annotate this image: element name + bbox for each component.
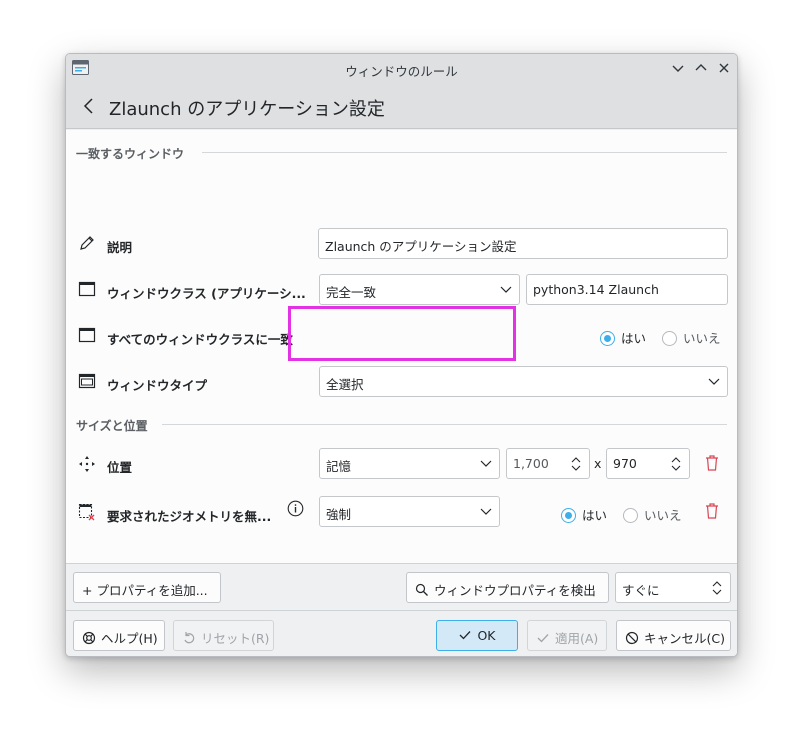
- ignore-geometry-radio-group: はい いいえ: [561, 505, 690, 524]
- description-input[interactable]: Zlaunch のアプリケーション設定: [318, 228, 728, 259]
- check-icon: [460, 631, 471, 640]
- info-icon[interactable]: [287, 500, 304, 517]
- ignore-geometry-mode-combo[interactable]: 強制: [319, 496, 500, 527]
- section-divider: [162, 424, 727, 425]
- no-label: いいえ: [644, 508, 682, 523]
- position-mode-value: 記憶: [326, 459, 352, 474]
- cancel-label: キャンセル(C): [644, 631, 725, 646]
- reset-button[interactable]: リセット(R): [173, 620, 274, 651]
- back-arrow-icon[interactable]: [80, 96, 100, 116]
- minimize-icon[interactable]: [669, 59, 687, 77]
- ignore-geometry-yes-radio[interactable]: [561, 508, 576, 523]
- detect-delay-value: すぐに: [622, 583, 660, 598]
- position-y-value: 970: [613, 456, 637, 471]
- ignore-geometry-no-radio[interactable]: [623, 508, 638, 523]
- spin-updown-icon: [571, 457, 581, 471]
- close-icon[interactable]: [715, 59, 733, 77]
- position-mode-combo[interactable]: 記憶: [319, 448, 500, 479]
- apply-label: 適用(A): [555, 631, 599, 646]
- match-whole-class-radio-group: はい いいえ: [600, 328, 729, 347]
- match-whole-class-label: すべてのウィンドウクラスに一致: [107, 332, 293, 347]
- section-divider: [202, 152, 727, 153]
- highlight-annotation-box: [288, 306, 516, 361]
- match-whole-class-no-radio[interactable]: [662, 331, 677, 346]
- window-rules-dialog: ウィンドウのルール Zlaunch のアプリケーション設定 一致するウィンドウ …: [65, 53, 738, 657]
- ignore-geometry-mode-value: 強制: [326, 507, 352, 522]
- section-title-size-position: サイズと位置: [76, 419, 148, 433]
- window-icon: [78, 327, 96, 343]
- help-button[interactable]: ヘルプ(H): [73, 620, 165, 651]
- detect-properties-label: ウィンドウプロパティを検出: [434, 583, 596, 598]
- reset-label: リセット(R): [201, 631, 270, 646]
- yes-label: はい: [621, 331, 647, 346]
- chevron-down-icon: [500, 286, 512, 293]
- window-title: ウィンドウのルール: [345, 64, 458, 79]
- spin-updown-icon: [671, 457, 681, 471]
- undo-icon: [184, 632, 195, 644]
- help-label: ヘルプ(H): [101, 631, 158, 646]
- detect-properties-button[interactable]: ウィンドウプロパティを検出: [406, 572, 609, 603]
- window-type-icon: [78, 373, 96, 389]
- section-title-match-window: 一致するウィンドウ: [76, 147, 185, 161]
- cancel-icon: [625, 631, 639, 645]
- search-icon: [415, 583, 428, 596]
- check-icon: [537, 634, 549, 643]
- window-type-combo[interactable]: 全選択: [319, 366, 728, 397]
- window-class-match-value: 完全一致: [326, 285, 377, 300]
- position-x-value: 1,700: [513, 456, 549, 471]
- chevron-down-icon: [480, 508, 492, 515]
- dialog-button-bar: ヘルプ(H) リセット(R) OK 適用(A) キャンセル(C): [66, 610, 737, 656]
- move-icon: [79, 456, 95, 472]
- page-title: Zlaunch のアプリケーション設定: [109, 99, 385, 120]
- detect-delay-spinbox[interactable]: すぐに: [615, 572, 731, 603]
- window-class-input[interactable]: python3.14 Zlaunch: [526, 274, 728, 305]
- position-y-spinbox[interactable]: 970: [606, 448, 690, 479]
- window-type-label: ウィンドウタイプ: [107, 378, 208, 393]
- window-class-match-combo[interactable]: 完全一致: [319, 274, 520, 305]
- title-bar: ウィンドウのルール: [66, 54, 737, 84]
- ignore-geometry-icon: [78, 503, 95, 521]
- add-property-button[interactable]: + プロパティを追加...: [73, 572, 221, 603]
- position-label: 位置: [107, 460, 133, 475]
- page-header: Zlaunch のアプリケーション設定: [66, 84, 737, 129]
- chevron-down-icon: [480, 460, 492, 467]
- chevron-down-icon: [708, 378, 720, 385]
- yes-label: はい: [582, 508, 608, 523]
- delete-icon[interactable]: [704, 454, 720, 472]
- ignore-geometry-label: 要求されたジオメトリを無...: [107, 509, 272, 524]
- help-lifebuoy-icon: [82, 631, 96, 645]
- property-toolbar: + プロパティを追加... ウィンドウプロパティを検出 すぐに: [66, 563, 737, 610]
- window-icon: [78, 281, 96, 297]
- match-whole-class-yes-radio[interactable]: [600, 331, 615, 346]
- description-label: 説明: [107, 240, 133, 255]
- window-class-label: ウィンドウクラス (アプリケーシ...: [107, 286, 306, 301]
- delete-icon[interactable]: [704, 502, 720, 520]
- pencil-icon: [80, 236, 94, 250]
- spin-updown-icon: [712, 581, 722, 595]
- window-type-value: 全選択: [326, 377, 364, 392]
- cancel-button[interactable]: キャンセル(C): [616, 620, 731, 651]
- position-x-spinbox[interactable]: 1,700: [506, 448, 590, 479]
- maximize-icon[interactable]: [692, 59, 710, 77]
- ok-button[interactable]: OK: [436, 620, 518, 651]
- apply-button[interactable]: 適用(A): [527, 620, 607, 651]
- position-separator: x: [594, 456, 602, 471]
- ok-label: OK: [477, 628, 496, 643]
- no-label: いいえ: [683, 331, 721, 346]
